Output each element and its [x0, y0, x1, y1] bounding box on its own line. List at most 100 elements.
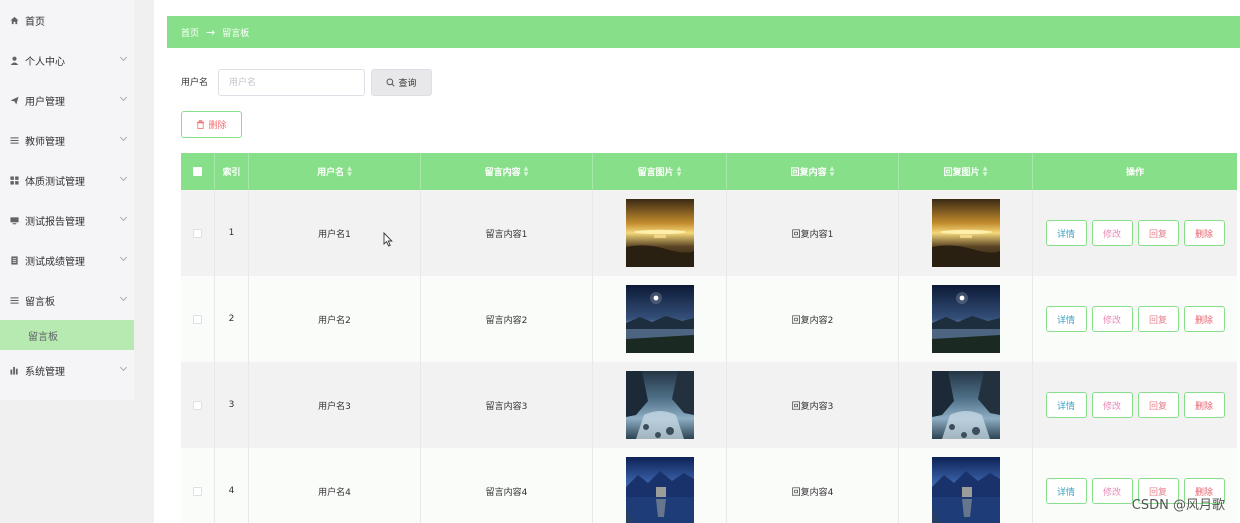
sidebar-item-label: 教师管理: [25, 136, 65, 148]
sort-icon[interactable]: ▲ ▼: [983, 165, 988, 178]
row-checkbox[interactable]: [193, 400, 202, 410]
batch-delete-button[interactable]: 删除: [181, 111, 242, 138]
grid-icon: [9, 175, 19, 185]
row-remove-button[interactable]: 删除: [1183, 306, 1225, 332]
cell-select[interactable]: [181, 276, 215, 362]
query-button-label: 查询: [398, 79, 417, 89]
cell-select[interactable]: [181, 190, 215, 276]
cell-message-image[interactable]: [593, 276, 727, 362]
table-row: 3 用户名3 留言内容3 回复内容3 详情 修改 回复 删除: [181, 362, 1237, 448]
row-edit-button[interactable]: 修改: [1091, 478, 1133, 504]
username-search-input[interactable]: [218, 69, 365, 96]
sidebar-item-fitness-test-management[interactable]: 体质测试管理: [0, 160, 134, 200]
cell-reply-image[interactable]: [899, 190, 1033, 276]
sidebar-item-test-score-management[interactable]: 测试成绩管理: [0, 240, 134, 280]
cell-reply-image[interactable]: [899, 448, 1033, 523]
sidebar-item-teacher-management[interactable]: 教师管理: [0, 120, 134, 160]
cell-actions: 详情 修改 回复 删除: [1033, 190, 1237, 276]
sidebar-item-personal-center[interactable]: 个人中心: [0, 40, 134, 80]
row-reply-button[interactable]: 回复: [1137, 392, 1179, 418]
cell-index: 3: [215, 362, 249, 448]
sort-icon[interactable]: ▲ ▼: [830, 165, 835, 178]
row-detail-button[interactable]: 详情: [1045, 220, 1087, 246]
row-edit-button[interactable]: 修改: [1091, 392, 1133, 418]
chevron-down-icon: [119, 363, 128, 372]
cell-content: 留言内容2: [421, 276, 593, 362]
sidebar-item-home[interactable]: 首页: [0, 0, 134, 40]
row-checkbox[interactable]: [193, 314, 202, 324]
header-reply[interactable]: 回复内容 ▲ ▼: [727, 153, 899, 190]
cell-select[interactable]: [181, 362, 215, 448]
row-reply-button[interactable]: 回复: [1137, 220, 1179, 246]
sidebar-subitem-label: 留言板: [28, 331, 58, 343]
row-reply-button[interactable]: 回复: [1137, 306, 1179, 332]
breadcrumb-home[interactable]: 首页: [181, 26, 199, 39]
cell-reply: 回复内容1: [727, 190, 899, 276]
cell-select[interactable]: [181, 448, 215, 523]
bar-chart-icon: [9, 365, 19, 375]
cell-reply-image[interactable]: [899, 362, 1033, 448]
header-content[interactable]: 留言内容 ▲ ▼: [421, 153, 593, 190]
header-label: 回复内容: [790, 168, 827, 178]
row-edit-button[interactable]: 修改: [1091, 306, 1133, 332]
query-button[interactable]: 查询: [371, 69, 432, 96]
sort-icon[interactable]: ▲ ▼: [524, 165, 529, 178]
search-icon: [386, 78, 396, 87]
cell-message-image[interactable]: [593, 190, 727, 276]
sidebar-item-user-management[interactable]: 用户管理: [0, 80, 134, 120]
sidebar-item-message-board[interactable]: 留言板: [0, 280, 134, 320]
sort-icon[interactable]: ▲ ▼: [347, 165, 352, 178]
select-all-checkbox[interactable]: [193, 167, 202, 176]
sidebar-item-system-management[interactable]: 系统管理: [0, 350, 134, 390]
chevron-down-icon: [119, 213, 128, 222]
header-select-all[interactable]: [181, 153, 215, 190]
cell-reply: 回复内容2: [727, 276, 899, 362]
search-label: 用户名: [181, 78, 209, 88]
sidebar-item-label: 系统管理: [25, 366, 65, 378]
header-label: 留言内容: [484, 168, 521, 178]
cell-username: 用户名1: [249, 190, 421, 276]
row-checkbox[interactable]: [193, 228, 202, 238]
header-reply-image[interactable]: 回复图片 ▲ ▼: [899, 153, 1033, 190]
chevron-down-icon: [119, 253, 128, 262]
table-row: 2 用户名2 留言内容2 回复内容2 详情 修改 回复 删除: [181, 276, 1237, 362]
sidebar-item-test-report-management[interactable]: 测试报告管理: [0, 200, 134, 240]
row-detail-button[interactable]: 详情: [1045, 478, 1087, 504]
sort-icon[interactable]: ▲ ▼: [677, 165, 682, 178]
cell-index: 4: [215, 448, 249, 523]
row-edit-button[interactable]: 修改: [1091, 220, 1133, 246]
row-detail-button[interactable]: 详情: [1045, 306, 1087, 332]
sidebar-item-label: 留言板: [25, 296, 55, 308]
message-table: 索引 用户名 ▲ ▼ 留言内容 ▲ ▼ 留言图片 ▲ ▼ 回复内容 ▲ ▼ 回复图片 ▲ ▼ 操作 …: [181, 153, 1237, 523]
cell-reply-image[interactable]: [899, 276, 1033, 362]
cell-message-image[interactable]: [593, 448, 727, 523]
sidebar-item-label: 个人中心: [25, 56, 65, 68]
row-remove-button[interactable]: 删除: [1183, 392, 1225, 418]
header-actions: 操作: [1033, 153, 1237, 190]
document-icon: [9, 255, 19, 265]
row-checkbox[interactable]: [193, 486, 202, 496]
cell-reply: 回复内容4: [727, 448, 899, 523]
header-username[interactable]: 用户名 ▲ ▼: [249, 153, 421, 190]
header-label: 操作: [1125, 168, 1144, 178]
cell-username: 用户名4: [249, 448, 421, 523]
watermark: CSDN @风月歌: [1131, 498, 1225, 513]
sidebar-subitem-message-board[interactable]: 留言板: [0, 320, 134, 350]
header-label: 留言图片: [637, 168, 674, 178]
header-image[interactable]: 留言图片 ▲ ▼: [593, 153, 727, 190]
cell-index: 2: [215, 276, 249, 362]
trash-icon: [197, 120, 205, 129]
cell-message-image[interactable]: [593, 362, 727, 448]
chevron-down-icon: [119, 93, 128, 102]
row-detail-button[interactable]: 详情: [1045, 392, 1087, 418]
row-remove-button[interactable]: 删除: [1183, 220, 1225, 246]
sidebar-item-label: 用户管理: [25, 96, 65, 108]
sidebar-item-label: 测试成绩管理: [25, 256, 85, 268]
main-content: 首页 → 留言板 用户名 查询 删除 索引 用户名▲▼ 留言内容▲▼ 留言图片▲…: [154, 0, 1240, 523]
cell-content: 留言内容3: [421, 362, 593, 448]
breadcrumb-current: 留言板: [222, 28, 250, 39]
table-row: 1 用户名1 留言内容1 回复内容1 详情 修改 回复 删除: [181, 190, 1237, 276]
chevron-down-icon: [119, 173, 128, 182]
monitor-icon: [9, 215, 19, 225]
send-icon: [9, 95, 19, 105]
